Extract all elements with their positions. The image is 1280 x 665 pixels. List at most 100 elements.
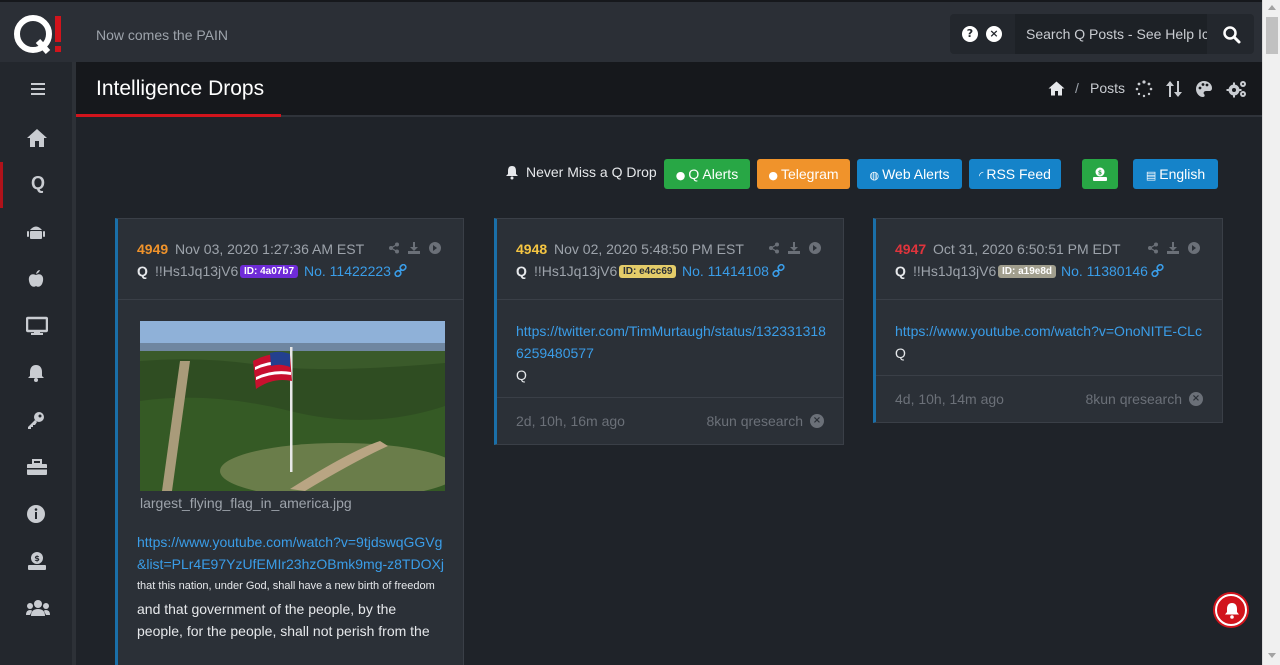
svg-text:$: $ bbox=[34, 554, 40, 563]
post-header: 4949 Nov 03, 2020 1:27:36 AM EST Q !!Hs1… bbox=[118, 219, 463, 300]
close-circle-icon[interactable]: × bbox=[810, 414, 824, 428]
donate-icon: $ bbox=[1093, 167, 1107, 181]
post-link[interactable]: https://www.youtube.com/watch?v=9tjdswqG… bbox=[137, 531, 445, 575]
post-link[interactable]: https://www.youtube.com/watch?v=OnoNITE-… bbox=[895, 320, 1205, 342]
breadcrumb-home-icon[interactable] bbox=[1048, 81, 1065, 96]
share-icon[interactable] bbox=[388, 241, 400, 254]
desktop-icon bbox=[26, 316, 48, 335]
sidebar-item-q[interactable]: Q bbox=[0, 162, 72, 208]
breadcrumb-posts[interactable]: Posts bbox=[1090, 80, 1125, 96]
sidebar-item-desktop[interactable] bbox=[0, 303, 72, 349]
sidebar-item-home[interactable] bbox=[0, 115, 72, 161]
donate-button[interactable]: $ bbox=[1082, 159, 1118, 189]
home-icon bbox=[27, 129, 47, 147]
post-board[interactable]: 8kun qresearch bbox=[706, 413, 803, 429]
cogs-icon[interactable] bbox=[1226, 80, 1248, 98]
tagline: Now comes the PAIN bbox=[96, 27, 229, 43]
post-board-number[interactable]: No. 11422223 bbox=[304, 263, 391, 279]
scroll-up-arrow[interactable] bbox=[1268, 5, 1276, 10]
close-circle-icon[interactable]: × bbox=[1189, 392, 1203, 406]
never-miss-label: Never Miss a Q Drop bbox=[526, 164, 657, 180]
android-icon: ● bbox=[675, 169, 686, 182]
apple-icon: ● bbox=[768, 169, 778, 182]
download-icon[interactable] bbox=[788, 241, 800, 254]
key-icon bbox=[28, 412, 44, 429]
post-author: Q bbox=[516, 263, 527, 279]
page-scrollbar[interactable] bbox=[1262, 0, 1280, 665]
search-input[interactable] bbox=[1015, 14, 1207, 54]
post-tripcode: !!Hs1Jq13jV6 bbox=[155, 263, 239, 279]
post-header: 4948 Nov 02, 2020 5:48:50 PM EST Q !!Hs1… bbox=[497, 219, 843, 300]
post-signature: Q bbox=[516, 367, 527, 383]
sidebar-item-donate[interactable]: $ bbox=[0, 538, 72, 584]
rss-feed-button[interactable]: ◜ RSS Feed bbox=[969, 159, 1061, 189]
image-caption[interactable]: largest_flying_flag_in_america.jpg bbox=[140, 495, 352, 511]
hamburger-icon bbox=[31, 83, 45, 95]
menu-toggle-button[interactable] bbox=[0, 66, 72, 112]
link-icon[interactable] bbox=[772, 264, 785, 277]
post-board-number[interactable]: No. 11380146 bbox=[1061, 263, 1148, 279]
scroll-thumb[interactable] bbox=[1266, 17, 1278, 54]
goto-arrow-icon[interactable] bbox=[429, 241, 441, 254]
post-footer: 2d, 10h, 16m ago 8kun qresearch × bbox=[497, 397, 843, 444]
language-label: English bbox=[1159, 166, 1206, 182]
post-number[interactable]: 4948 bbox=[516, 241, 547, 257]
post-id-badge: ID: a19e8d bbox=[998, 265, 1057, 278]
post-board[interactable]: 8kun qresearch bbox=[1085, 391, 1182, 407]
magnifier-icon[interactable] bbox=[1222, 25, 1242, 45]
sort-icon[interactable] bbox=[1165, 80, 1183, 98]
question-circle-icon[interactable]: ? bbox=[962, 26, 978, 42]
download-icon[interactable] bbox=[408, 241, 420, 254]
link-icon[interactable] bbox=[1151, 264, 1164, 277]
post-link[interactable]: https://twitter.com/TimMurtaugh/status/1… bbox=[516, 320, 826, 364]
post-card-4948: 4948 Nov 02, 2020 5:48:50 PM EST Q !!Hs1… bbox=[494, 218, 844, 445]
q-alerts-label: Q Alerts bbox=[688, 166, 739, 182]
post-author: Q bbox=[137, 263, 148, 279]
site-logo[interactable] bbox=[14, 14, 66, 54]
post-number[interactable]: 4947 bbox=[895, 241, 926, 257]
q-alerts-button[interactable]: ● Q Alerts bbox=[664, 159, 750, 189]
apple-icon bbox=[28, 270, 44, 287]
breadcrumb-separator: / bbox=[1075, 80, 1079, 96]
times-circle-icon[interactable]: × bbox=[986, 26, 1002, 42]
sidebar-item-users[interactable] bbox=[0, 585, 72, 631]
post-body: https://www.youtube.com/watch?v=OnoNITE-… bbox=[895, 320, 1205, 364]
sidebar-item-android[interactable] bbox=[0, 209, 72, 255]
sidebar: Q $ bbox=[0, 62, 76, 665]
sidebar-item-apple[interactable] bbox=[0, 256, 72, 302]
telegram-label: Telegram bbox=[781, 166, 839, 182]
toolbox-icon bbox=[27, 459, 47, 475]
language-button[interactable]: ▤ English bbox=[1133, 159, 1218, 189]
post-tripcode: !!Hs1Jq13jV6 bbox=[534, 263, 618, 279]
sidebar-item-toolbox[interactable] bbox=[0, 444, 72, 490]
goto-arrow-icon[interactable] bbox=[1188, 241, 1200, 254]
sidebar-item-info[interactable] bbox=[0, 491, 72, 537]
palette-icon[interactable] bbox=[1195, 80, 1213, 98]
post-image[interactable] bbox=[140, 321, 445, 491]
notification-bell-button[interactable] bbox=[1215, 594, 1247, 626]
post-number[interactable]: 4949 bbox=[137, 241, 168, 257]
post-quote-text: and that government of the people, by th… bbox=[137, 601, 430, 639]
share-icon[interactable] bbox=[768, 241, 780, 254]
sidebar-item-key[interactable] bbox=[0, 397, 72, 443]
post-id-badge: ID: e4cc69 bbox=[619, 265, 677, 278]
spinner-icon[interactable] bbox=[1135, 80, 1153, 98]
post-board-number[interactable]: No. 11414108 bbox=[682, 263, 769, 279]
post-age: 4d, 10h, 14m ago bbox=[895, 391, 1004, 407]
bell-icon bbox=[506, 166, 518, 180]
post-actions bbox=[388, 241, 443, 255]
link-icon[interactable] bbox=[394, 264, 407, 277]
telegram-button[interactable]: ● Telegram bbox=[757, 159, 850, 189]
post-age: 2d, 10h, 16m ago bbox=[516, 413, 625, 429]
bell-icon bbox=[1225, 603, 1239, 619]
download-icon[interactable] bbox=[1167, 241, 1179, 254]
share-icon[interactable] bbox=[1147, 241, 1159, 254]
post-date: Oct 31, 2020 6:50:51 PM EDT bbox=[933, 241, 1121, 257]
web-alerts-button[interactable]: ◍ Web Alerts bbox=[857, 159, 962, 189]
post-quote-small: that this nation, under God, shall have … bbox=[137, 580, 435, 592]
sidebar-item-alerts[interactable] bbox=[0, 350, 72, 396]
scroll-down-arrow[interactable] bbox=[1268, 653, 1276, 658]
info-icon bbox=[27, 505, 45, 523]
goto-arrow-icon[interactable] bbox=[809, 241, 821, 254]
language-icon: ▤ bbox=[1145, 169, 1157, 182]
